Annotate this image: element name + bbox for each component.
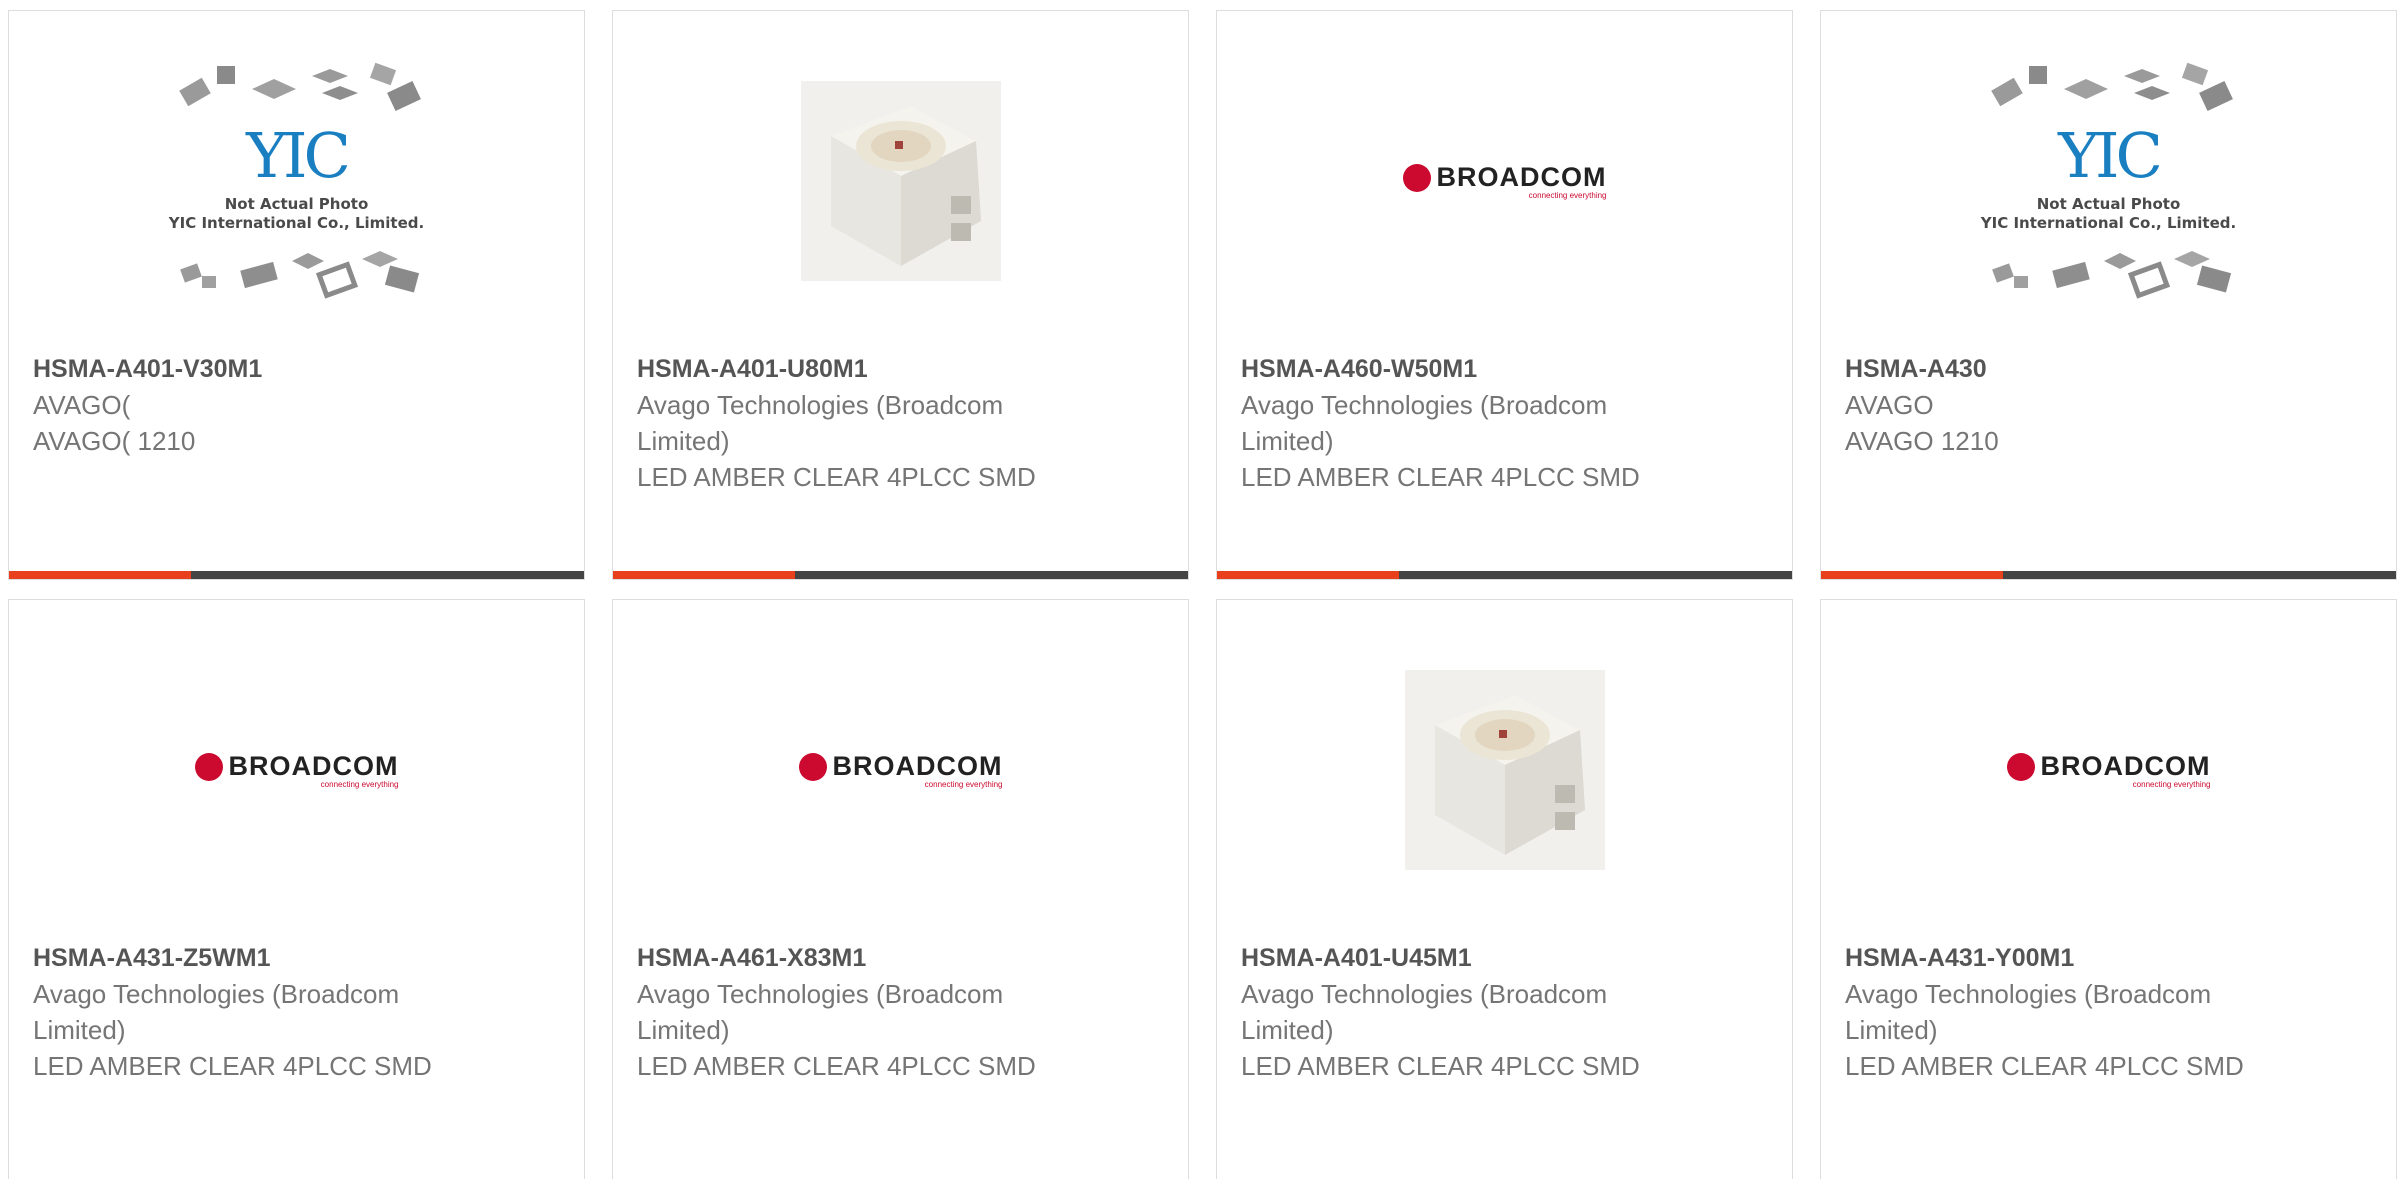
broadcom-wordmark: BROADCOM bbox=[228, 751, 399, 781]
product-info: HSMA-A461-X83M1 Avago Technologies (Broa… bbox=[637, 940, 1068, 1084]
description: AVAGO 1210 bbox=[1845, 426, 1999, 456]
chip-icons bbox=[1991, 251, 2231, 299]
led-photo bbox=[800, 81, 1001, 281]
description: LED AMBER CLEAR 4PLCC SMD bbox=[637, 1051, 1036, 1081]
broadcom-wordmark: BROADCOM bbox=[832, 751, 1003, 781]
manufacturer: Avago Technologies (Broadcom Limited) bbox=[1845, 979, 2212, 1045]
broadcom-tagline: connecting everything bbox=[924, 780, 1003, 789]
product-card[interactable]: HSMA-A401-U80M1 Avago Technologies (Broa… bbox=[612, 10, 1189, 580]
led-photo bbox=[1404, 670, 1605, 870]
description: LED AMBER CLEAR 4PLCC SMD bbox=[1241, 462, 1640, 492]
card-bottom-bar bbox=[1217, 571, 1792, 579]
broadcom-tagline: connecting everything bbox=[2132, 780, 2211, 789]
product-image[interactable]: YIC Not Actual Photo YIC International C… bbox=[1821, 11, 2396, 351]
placeholder-company: YIC International Co., Limited. bbox=[168, 214, 425, 232]
product-card[interactable]: BROADCOM connecting everything HSMA-A431… bbox=[8, 599, 585, 1179]
product-info: HSMA-A430 AVAGO AVAGO 1210 bbox=[1845, 351, 2276, 459]
part-number[interactable]: HSMA-A430 bbox=[1845, 351, 2276, 387]
broadcom-logo: BROADCOM connecting everything bbox=[1402, 162, 1607, 200]
product-image[interactable]: BROADCOM connecting everything bbox=[9, 600, 584, 940]
card-accent bbox=[1217, 571, 1399, 579]
placeholder-caption: Not Actual Photo bbox=[224, 195, 369, 213]
product-image[interactable]: BROADCOM connecting everything bbox=[1821, 600, 2396, 940]
product-card[interactable]: BROADCOM connecting everything HSMA-A460… bbox=[1216, 10, 1793, 580]
broadcom-logo: BROADCOM connecting everything bbox=[798, 751, 1003, 789]
yic-placeholder-image: YIC Not Actual Photo YIC International C… bbox=[162, 61, 432, 301]
broadcom-wordmark: BROADCOM bbox=[2040, 751, 2211, 781]
manufacturer: Avago Technologies (Broadcom Limited) bbox=[1241, 979, 1608, 1045]
manufacturer: Avago Technologies (Broadcom Limited) bbox=[637, 390, 1004, 456]
description: LED AMBER CLEAR 4PLCC SMD bbox=[33, 1051, 432, 1081]
product-image[interactable]: BROADCOM connecting everything bbox=[1217, 11, 1792, 351]
product-image[interactable]: YIC Not Actual Photo YIC International C… bbox=[9, 11, 584, 351]
part-number[interactable]: HSMA-A401-U80M1 bbox=[637, 351, 1068, 387]
chip-icons bbox=[1990, 62, 2233, 111]
description: LED AMBER CLEAR 4PLCC SMD bbox=[1241, 1051, 1640, 1081]
product-info: HSMA-A460-W50M1 Avago Technologies (Broa… bbox=[1241, 351, 1672, 495]
chip-icons bbox=[178, 62, 421, 111]
part-number[interactable]: HSMA-A431-Y00M1 bbox=[1845, 940, 2276, 976]
description: AVAGO( 1210 bbox=[33, 426, 196, 456]
broadcom-wordmark: BROADCOM bbox=[1436, 162, 1607, 192]
product-info: HSMA-A431-Y00M1 Avago Technologies (Broa… bbox=[1845, 940, 2276, 1084]
part-number[interactable]: HSMA-A431-Z5WM1 bbox=[33, 940, 464, 976]
broadcom-pulse-icon bbox=[798, 752, 827, 781]
broadcom-tagline: connecting everything bbox=[1528, 191, 1607, 200]
part-number[interactable]: HSMA-A460-W50M1 bbox=[1241, 351, 1672, 387]
yic-placeholder-image: YIC Not Actual Photo YIC International C… bbox=[1974, 61, 2244, 301]
card-bottom-bar bbox=[613, 571, 1188, 579]
broadcom-logo: BROADCOM connecting everything bbox=[2006, 751, 2211, 789]
card-bottom-bar bbox=[9, 571, 584, 579]
product-card[interactable]: HSMA-A401-U45M1 Avago Technologies (Broa… bbox=[1216, 599, 1793, 1179]
product-info: HSMA-A431-Z5WM1 Avago Technologies (Broa… bbox=[33, 940, 464, 1084]
broadcom-tagline: connecting everything bbox=[320, 780, 399, 789]
manufacturer: Avago Technologies (Broadcom Limited) bbox=[1241, 390, 1608, 456]
broadcom-pulse-icon bbox=[1402, 163, 1431, 192]
product-info: HSMA-A401-U45M1 Avago Technologies (Broa… bbox=[1241, 940, 1672, 1084]
chip-icons bbox=[179, 251, 419, 299]
description: LED AMBER CLEAR 4PLCC SMD bbox=[637, 462, 1036, 492]
yic-monogram: YIC bbox=[2058, 119, 2163, 192]
product-image[interactable]: BROADCOM connecting everything bbox=[613, 600, 1188, 940]
product-info: HSMA-A401-U80M1 Avago Technologies (Broa… bbox=[637, 351, 1068, 495]
manufacturer: AVAGO bbox=[1845, 390, 1934, 420]
broadcom-logo: BROADCOM connecting everything bbox=[194, 751, 399, 789]
product-card[interactable]: BROADCOM connecting everything HSMA-A431… bbox=[1820, 599, 2397, 1179]
yic-monogram: YIC bbox=[246, 119, 351, 192]
broadcom-pulse-icon bbox=[194, 752, 223, 781]
product-card[interactable]: YIC Not Actual Photo YIC International C… bbox=[8, 10, 585, 580]
product-card[interactable]: BROADCOM connecting everything HSMA-A461… bbox=[612, 599, 1189, 1179]
manufacturer: Avago Technologies (Broadcom Limited) bbox=[637, 979, 1004, 1045]
card-accent bbox=[613, 571, 795, 579]
product-info: HSMA-A401-V30M1 AVAGO( AVAGO( 1210 bbox=[33, 351, 464, 459]
part-number[interactable]: HSMA-A401-U45M1 bbox=[1241, 940, 1672, 976]
placeholder-company: YIC International Co., Limited. bbox=[1980, 214, 2237, 232]
manufacturer: AVAGO( bbox=[33, 390, 131, 420]
product-image[interactable] bbox=[613, 11, 1188, 351]
card-bottom-bar bbox=[1821, 571, 2396, 579]
part-number[interactable]: HSMA-A461-X83M1 bbox=[637, 940, 1068, 976]
card-accent bbox=[1821, 571, 2003, 579]
placeholder-caption: Not Actual Photo bbox=[2036, 195, 2181, 213]
product-card[interactable]: YIC Not Actual Photo YIC International C… bbox=[1820, 10, 2397, 580]
card-accent bbox=[9, 571, 191, 579]
description: LED AMBER CLEAR 4PLCC SMD bbox=[1845, 1051, 2244, 1081]
broadcom-pulse-icon bbox=[2006, 752, 2035, 781]
product-image[interactable] bbox=[1217, 600, 1792, 940]
part-number[interactable]: HSMA-A401-V30M1 bbox=[33, 351, 464, 387]
manufacturer: Avago Technologies (Broadcom Limited) bbox=[33, 979, 400, 1045]
